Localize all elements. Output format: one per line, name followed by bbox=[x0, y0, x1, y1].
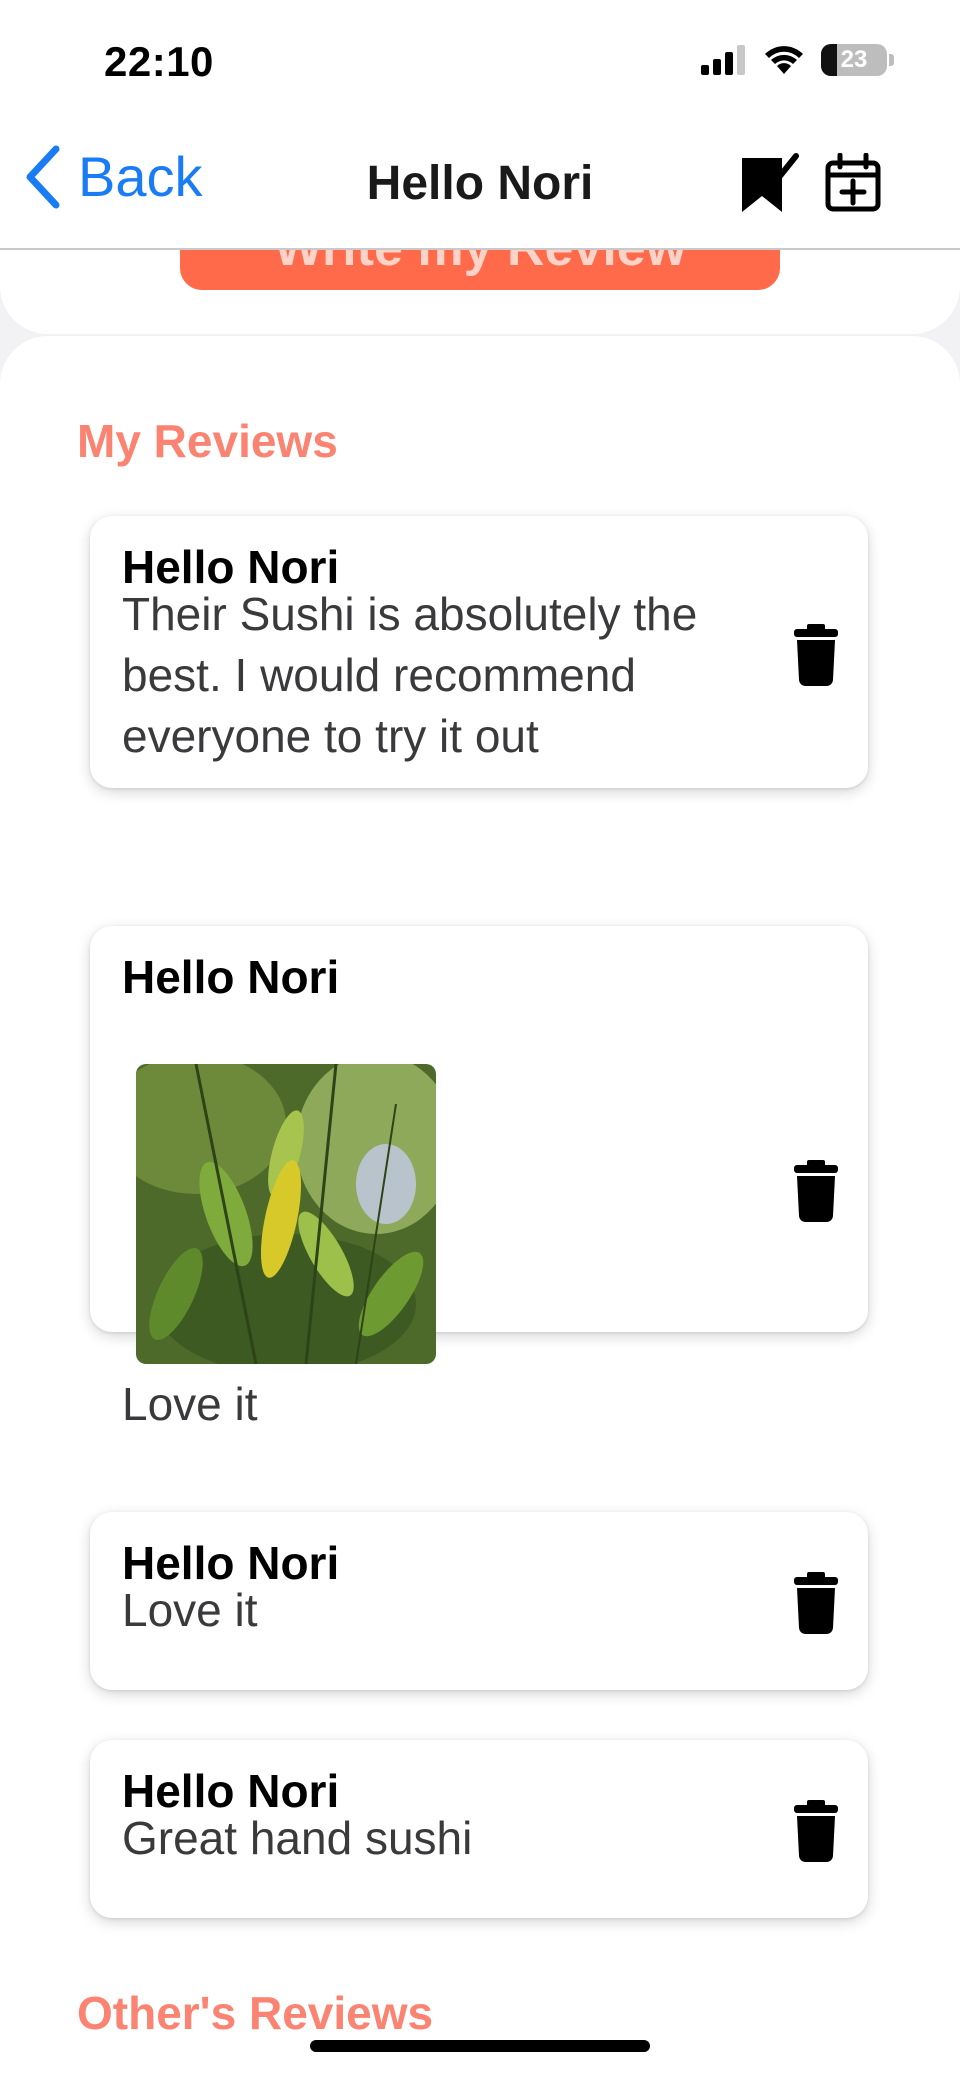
review-text: Love it bbox=[122, 1378, 258, 1430]
cellular-signal-icon bbox=[701, 45, 745, 75]
nav-actions bbox=[738, 150, 882, 216]
back-button[interactable]: Back bbox=[24, 144, 203, 209]
review-card: Hello Nori Great hand sushi bbox=[90, 1740, 868, 1918]
bookmark-check-icon[interactable] bbox=[738, 150, 800, 216]
review-text: Great hand sushi bbox=[122, 1812, 473, 1864]
battery-icon: 23 bbox=[821, 44, 887, 76]
trash-icon[interactable] bbox=[792, 1572, 840, 1634]
navigation-bar: Back Hello Nori bbox=[0, 120, 960, 250]
review-text: Love it bbox=[122, 1584, 258, 1636]
review-card: Hello Nori Love it bbox=[90, 926, 868, 1430]
reviews-panel: My Reviews Hello Nori Their Sushi is abs… bbox=[0, 336, 960, 2079]
review-card: Hello Nori Love it bbox=[90, 1512, 868, 1690]
home-indicator bbox=[310, 2040, 650, 2052]
write-review-label: Write my Review bbox=[273, 248, 687, 277]
wifi-icon bbox=[765, 46, 803, 74]
status-time: 22:10 bbox=[104, 38, 214, 85]
trash-icon[interactable] bbox=[792, 1800, 840, 1862]
battery-level: 23 bbox=[840, 46, 868, 73]
battery-cap bbox=[889, 54, 894, 66]
status-bar: 22:10 23 bbox=[0, 0, 960, 120]
others-reviews-title: Other's Reviews bbox=[77, 1987, 434, 2039]
back-label: Back bbox=[78, 145, 203, 208]
review-text: Their Sushi is absolutely the best. I wo… bbox=[122, 588, 698, 762]
chevron-left-icon bbox=[26, 145, 60, 208]
review-author: Hello Nori bbox=[122, 951, 340, 1003]
trash-icon[interactable] bbox=[792, 624, 840, 686]
review-card: Hello Nori Their Sushi is absolutely the… bbox=[90, 516, 868, 788]
calendar-add-icon[interactable] bbox=[824, 153, 882, 213]
my-reviews-title: My Reviews bbox=[77, 415, 338, 467]
review-photo[interactable] bbox=[136, 1064, 436, 1364]
status-icons: 23 bbox=[701, 44, 894, 76]
trash-icon[interactable] bbox=[792, 1160, 840, 1222]
write-review-button[interactable]: Write my Review bbox=[180, 248, 780, 290]
